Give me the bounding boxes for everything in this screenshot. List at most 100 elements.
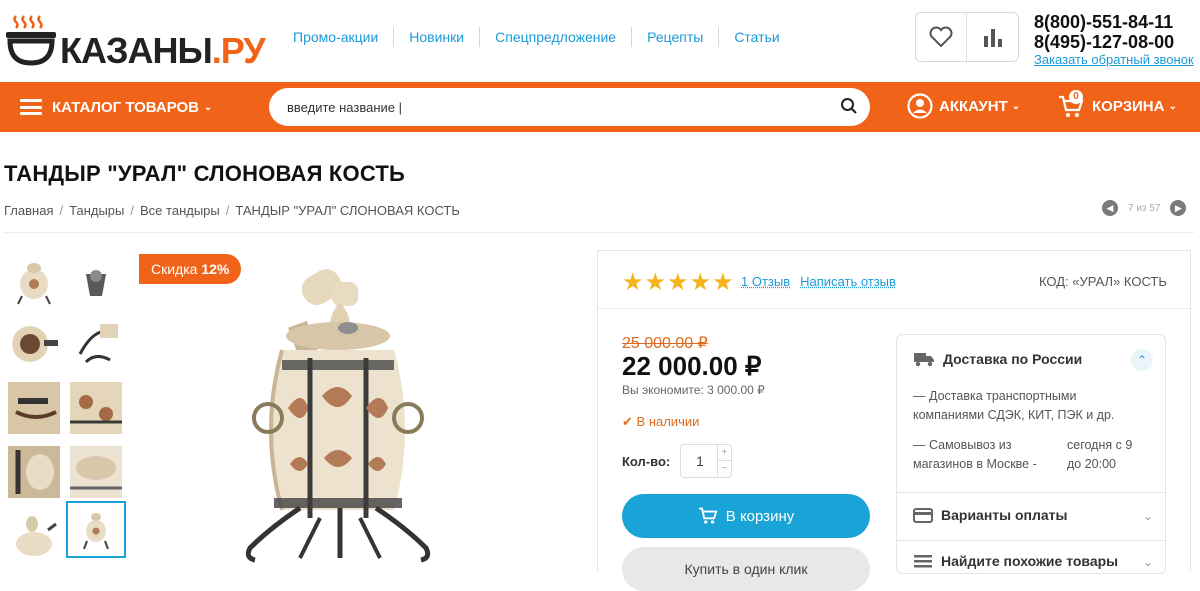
product-pager: ◀ 7 из 57 ▶ (1102, 200, 1187, 216)
breadcrumb-home[interactable]: Главная (4, 203, 53, 218)
thumbnail-9[interactable] (8, 510, 60, 562)
increment-button[interactable]: + (718, 445, 731, 461)
nav-promo[interactable]: Промо-акции (278, 27, 395, 47)
thumbnail-10-selected[interactable] (66, 501, 126, 558)
breadcrumb-tandyry[interactable]: Тандыры (69, 203, 124, 218)
thumbnail-3[interactable] (8, 318, 60, 370)
header-tools (915, 12, 1019, 62)
stock-label: В наличии (636, 414, 700, 429)
compare-chart-icon (983, 29, 1002, 47)
product-card: ★ ★ ★ ★ ★ 1 Отзыв Написать отзыв КОД: «У… (597, 250, 1192, 591)
divider (897, 492, 1165, 493)
chevron-down-icon[interactable]: ⌄ (1143, 555, 1153, 569)
payment-title: Варианты оплаты (941, 507, 1068, 523)
page-title: ТАНДЫР "УРАЛ" СЛОНОВАЯ КОСТЬ (4, 161, 406, 186)
account-label: АККАУНТ (939, 97, 1008, 115)
chevron-down-icon: ⌄ (1168, 100, 1177, 112)
payment-header[interactable]: Варианты оплаты (913, 507, 1068, 523)
contacts: 8(800)-551-84-11 8(495)-127-08-00 Заказа… (1034, 12, 1194, 68)
decrement-button[interactable]: − (718, 461, 731, 477)
cart-count-badge: 0 (1069, 90, 1083, 104)
delivery-title: Доставка по России (943, 351, 1083, 367)
breadcrumb-current: ТАНДЫР "УРАЛ" СЛОНОВАЯ КОСТЬ (235, 203, 460, 218)
cart-icon (698, 507, 718, 524)
divider (897, 540, 1165, 541)
phone-1[interactable]: 8(800)-551-84-11 (1034, 12, 1194, 32)
search-bar (269, 88, 870, 126)
thumbnail-2[interactable] (70, 254, 122, 306)
chevron-down-icon[interactable]: ⌄ (1143, 509, 1153, 523)
chevron-up-icon[interactable]: ⌃ (1131, 349, 1153, 371)
delivery-header[interactable]: Доставка по России (913, 351, 1082, 367)
quantity-input[interactable]: 1 (681, 445, 719, 477)
list-icon (914, 555, 932, 568)
product-image[interactable] (190, 268, 490, 571)
logo-suffix: .РУ (211, 30, 266, 71)
quantity-stepper: 1 + − (680, 444, 732, 478)
chevron-down-icon: ⌄ (1011, 100, 1021, 112)
star-icon: ★ (689, 269, 712, 296)
star-icon: ★ (644, 269, 667, 296)
search-input[interactable] (287, 99, 827, 115)
breadcrumb-all-tandyry[interactable]: Все тандыры (140, 203, 220, 218)
one-click-buy-button[interactable]: Купить в один клик (622, 547, 870, 591)
stock-status: ✔ В наличии (622, 414, 699, 430)
credit-card-icon (913, 507, 933, 523)
current-price: 22 000.00 ₽ (622, 351, 762, 381)
add-to-cart-label: В корзину (725, 507, 795, 525)
thumbnail-6[interactable] (70, 382, 122, 434)
savings-text: Вы экономите: 3 000.00 ₽ (622, 383, 765, 397)
heart-icon (929, 26, 953, 48)
search-icon[interactable] (840, 97, 858, 115)
thumbnail-8[interactable] (70, 446, 122, 498)
thumbnail-4[interactable] (70, 318, 122, 370)
truck-icon (914, 353, 934, 367)
cart-label: КОРЗИНА (1092, 97, 1165, 115)
checkmark-icon: ✔ (622, 414, 633, 429)
delivery-line-2b: магазинов в Москве - (913, 457, 1037, 471)
similar-title: Найдите похожие товары (941, 553, 1119, 569)
nav-new[interactable]: Новинки (394, 27, 481, 47)
top-navigation: Промо-акции Новинки Спецпредложение Реце… (278, 27, 795, 47)
delivery-line-2c: сегодня с 9 (1067, 438, 1133, 452)
account-button[interactable]: АККАУНТ ⌄ (907, 93, 1020, 119)
one-click-label: Купить в один клик (684, 561, 808, 577)
thumbnail-7[interactable] (8, 446, 60, 498)
kazan-logo-icon (6, 15, 56, 66)
site-logo[interactable]: КАЗАНЫ.РУ (4, 12, 266, 71)
phone-2[interactable]: 8(495)-127-08-00 (1034, 32, 1194, 52)
delivery-line-1a: — Доставка транспортными (913, 389, 1077, 403)
old-price: 25 000.00 ₽ (622, 335, 708, 352)
rating-stars[interactable]: ★ ★ ★ ★ ★ (622, 271, 735, 295)
delivery-panel: Доставка по России ⌃ — Доставка транспор… (896, 334, 1166, 574)
star-icon: ★ (712, 269, 734, 296)
catalog-label: КАТАЛОГ ТОВАРОВ (52, 98, 200, 116)
chevron-down-icon: ⌄ (204, 101, 213, 113)
nav-recipes[interactable]: Рецепты (632, 27, 720, 47)
compare-button[interactable] (967, 13, 1018, 61)
delivery-line-2d: до 20:00 (1067, 457, 1116, 471)
add-to-cart-button[interactable]: В корзину (622, 494, 870, 538)
divider (598, 308, 1192, 309)
cart-button[interactable]: 0 КОРЗИНА ⌄ (1058, 90, 1177, 119)
site-header: КАЗАНЫ.РУ Промо-акции Новинки Спецпредло… (0, 0, 1200, 82)
thumbnail-5[interactable] (8, 382, 60, 434)
logo-text: КАЗАНЫ (60, 30, 213, 71)
callback-link[interactable]: Заказать обратный звонок (1034, 52, 1194, 68)
write-review-link[interactable]: Написать отзыв (800, 274, 896, 289)
prev-product-button[interactable]: ◀ (1102, 200, 1118, 216)
favorites-button[interactable] (916, 13, 967, 61)
nav-special[interactable]: Спецпредложение (480, 27, 633, 47)
similar-header[interactable]: Найдите похожие товары (913, 553, 1118, 569)
star-icon: ★ (667, 269, 689, 296)
breadcrumb: Главная / Тандыры / Все тандыры / ТАНДЫР… (4, 203, 460, 218)
menu-icon (20, 99, 42, 115)
next-product-button[interactable]: ▶ (1170, 200, 1187, 216)
reviews-count-link[interactable]: 1 Отзыв (741, 274, 790, 289)
divider (4, 232, 1194, 233)
thumbnail-1[interactable] (8, 254, 60, 306)
catalog-button[interactable]: КАТАЛОГ ТОВАРОВ ⌄ (20, 97, 212, 117)
main-toolbar: КАТАЛОГ ТОВАРОВ ⌄ АККАУНТ ⌄ 0 КОРЗИНА ⌄ (0, 82, 1200, 132)
product-code: КОД: «УРАЛ» КОСТЬ (1039, 274, 1167, 289)
nav-articles[interactable]: Статьи (719, 27, 794, 47)
